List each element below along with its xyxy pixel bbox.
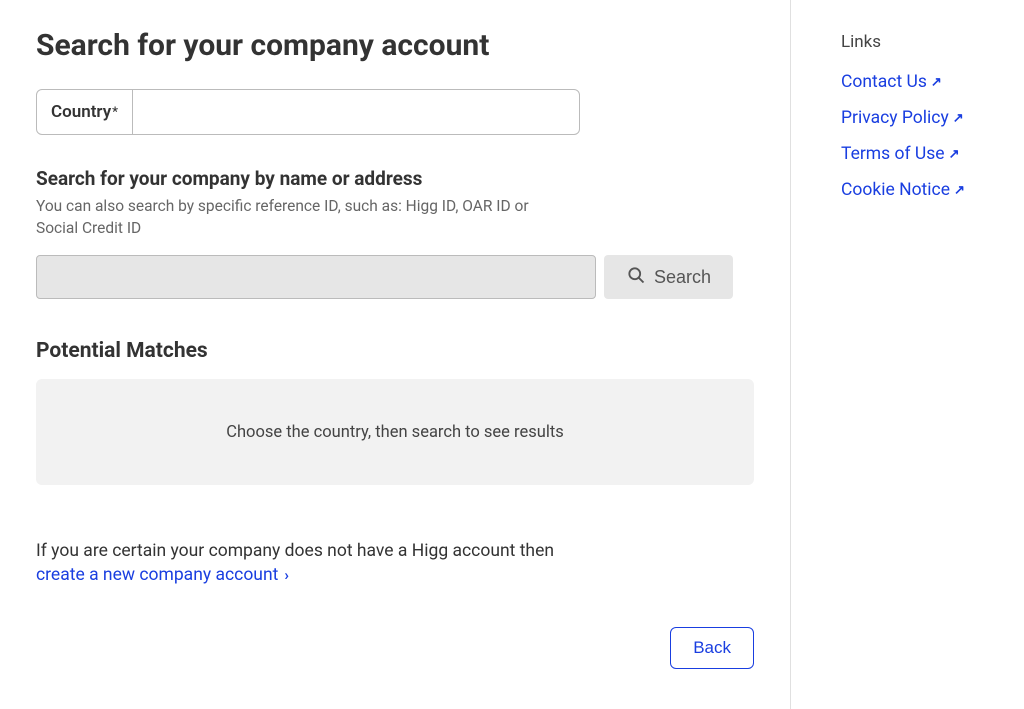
sidebar-link-label: Terms of Use — [841, 144, 945, 164]
external-link-icon: ↗ — [949, 147, 960, 162]
footer-row: Back — [36, 627, 754, 669]
sidebar-link-cookie-notice[interactable]: Cookie Notice ↗ — [841, 180, 1020, 200]
matches-heading: Potential Matches — [36, 339, 754, 363]
results-placeholder-box: Choose the country, then search to see r… — [36, 379, 754, 485]
search-input[interactable] — [36, 255, 596, 299]
country-field-row: Country* — [36, 89, 580, 135]
sidebar-link-label: Contact Us — [841, 72, 927, 92]
search-subheading: Search for your company by name or addre… — [36, 167, 754, 190]
country-input[interactable] — [133, 90, 579, 134]
create-company-link-label: create a new company account — [36, 565, 278, 585]
sidebar-link-label: Cookie Notice — [841, 180, 950, 200]
create-company-link[interactable]: create a new company account › — [36, 565, 289, 585]
sidebar-heading: Links — [841, 32, 1020, 52]
search-helper-text: You can also search by specific referenc… — [36, 196, 536, 239]
certain-text: If you are certain your company does not… — [36, 541, 754, 561]
search-button[interactable]: Search — [604, 255, 733, 299]
sidebar-link-terms-of-use[interactable]: Terms of Use ↗ — [841, 144, 1020, 164]
back-button[interactable]: Back — [670, 627, 754, 669]
external-link-icon: ↗ — [931, 75, 942, 90]
sidebar: Links Contact Us ↗ Privacy Policy ↗ Term… — [790, 0, 1020, 709]
external-link-icon: ↗ — [953, 111, 964, 126]
main-content: Search for your company account Country*… — [0, 0, 790, 709]
sidebar-link-contact-us[interactable]: Contact Us ↗ — [841, 72, 1020, 92]
search-row: Search — [36, 255, 754, 299]
search-icon — [626, 265, 646, 290]
sidebar-link-label: Privacy Policy — [841, 108, 949, 128]
results-placeholder-text: Choose the country, then search to see r… — [226, 423, 564, 442]
chevron-right-icon: › — [284, 566, 289, 584]
country-label: Country* — [37, 90, 133, 134]
search-button-label: Search — [654, 267, 711, 288]
sidebar-link-privacy-policy[interactable]: Privacy Policy ↗ — [841, 108, 1020, 128]
page-title: Search for your company account — [36, 28, 754, 63]
required-indicator: * — [112, 105, 118, 120]
external-link-icon: ↗ — [954, 183, 965, 198]
country-label-text: Country — [51, 102, 111, 122]
